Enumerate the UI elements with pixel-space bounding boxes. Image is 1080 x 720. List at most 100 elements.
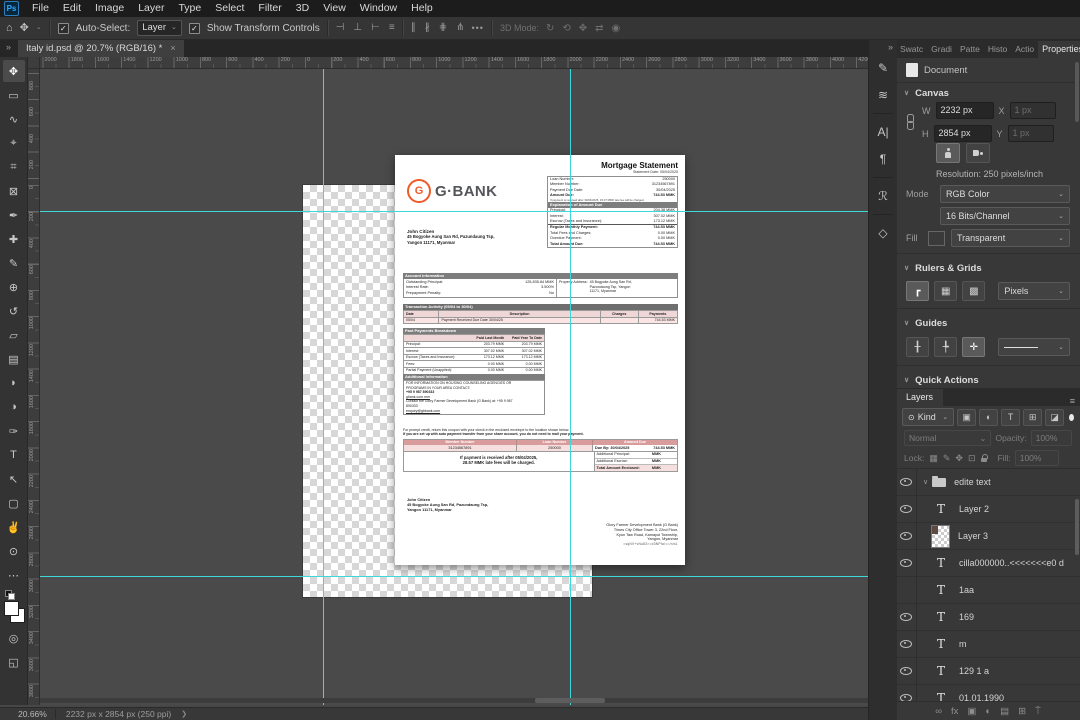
vertical-guide[interactable] — [570, 68, 571, 705]
hand-tool[interactable]: ✌ — [3, 516, 25, 538]
pen-tool[interactable]: ✑ — [3, 420, 25, 442]
quick-actions-section-title[interactable]: ∨ Quick Actions — [896, 370, 1080, 388]
lock-pixels-icon[interactable]: ✎ — [942, 453, 952, 464]
edit-toolbar[interactable]: ⋯ — [3, 564, 25, 586]
layer-row[interactable]: T 169 — [896, 604, 1080, 631]
tab-gradi[interactable]: Gradi — [927, 41, 956, 58]
fill-dropdown[interactable]: Transparent ⌄ — [951, 229, 1070, 247]
layer-row[interactable]: T 129 1 a — [896, 658, 1080, 685]
canvas-width-field[interactable]: 2232 px — [935, 102, 994, 119]
orientation-portrait-button[interactable] — [936, 143, 960, 163]
menu-type[interactable]: Type — [171, 0, 208, 17]
type-tool[interactable]: T — [3, 444, 25, 466]
lock-artboard-icon[interactable]: ⊡ — [967, 453, 977, 464]
visibility-toggle[interactable] — [896, 685, 917, 701]
adjustment-layer-icon[interactable]: ◐ — [985, 706, 991, 717]
menu-select[interactable]: Select — [208, 0, 251, 17]
toggle-pixel-grid-button[interactable]: ▩ — [962, 281, 986, 301]
lock-guides-button[interactable]: ╄ — [934, 337, 958, 357]
filtering-toggle[interactable] — [1069, 413, 1074, 421]
fill-swatch[interactable] — [928, 230, 945, 246]
menu-help[interactable]: Help — [404, 0, 440, 17]
filter-kind-dropdown[interactable]: ⊙ Kind ⌄ — [902, 408, 955, 426]
healing-brush-tool[interactable]: ✚ — [3, 228, 25, 250]
horizontal-scrollbar[interactable] — [40, 698, 868, 703]
libraries-panel-icon[interactable]: ◇ — [871, 221, 895, 245]
close-icon[interactable]: × — [170, 40, 175, 57]
distribute-icon[interactable]: ∦ — [425, 18, 430, 38]
bit-depth-dropdown[interactable]: 16 Bits/Channel ⌄ — [940, 207, 1070, 225]
layer-mask-icon[interactable]: ▣ — [967, 706, 976, 717]
gradient-tool[interactable]: ▤ — [3, 348, 25, 370]
layer-row[interactable]: T Layer 2 — [896, 496, 1080, 523]
horizontal-ruler[interactable]: 2000 1800 1600 1400 1200 1000 800 600 400 200 0 200… — [28, 57, 868, 69]
lock-all-icon[interactable] — [981, 453, 989, 463]
align-icon[interactable]: ⊣ — [336, 18, 345, 38]
auto-select-target-dropdown[interactable]: Layer ⌄ — [137, 20, 182, 36]
lasso-tool[interactable]: ∿ — [3, 108, 25, 130]
menu-image[interactable]: Image — [88, 0, 131, 17]
tab-actio[interactable]: Actio — [1011, 41, 1038, 58]
brushes-icon[interactable]: ≋ — [871, 83, 895, 107]
new-layer-icon[interactable]: ⊞ — [1018, 706, 1026, 717]
toggle-guides-button[interactable]: ╂ — [906, 337, 930, 357]
crop-tool[interactable]: ⌗ — [3, 156, 25, 178]
visibility-toggle[interactable] — [896, 577, 917, 603]
rulers-grids-section-title[interactable]: ∨ Rulers & Grids — [896, 258, 1080, 278]
quick-mask-icon[interactable]: ◎ — [3, 627, 25, 649]
canvas-area[interactable]: Mortgage Statement Statement Date: 05/04… — [40, 68, 868, 705]
foreground-color-chip[interactable] — [3, 601, 19, 616]
edit-guides-button[interactable]: ✛ — [962, 337, 986, 357]
menu-file[interactable]: File — [25, 0, 56, 17]
menu-view[interactable]: View — [316, 0, 353, 17]
distribute-icon[interactable]: ∥ — [411, 18, 416, 38]
marquee-tool[interactable]: ▭ — [3, 84, 25, 106]
align-icon[interactable]: ≡ — [389, 18, 395, 38]
visibility-toggle[interactable] — [896, 523, 917, 549]
layer-effects-icon[interactable]: fx — [951, 706, 958, 717]
visibility-toggle[interactable] — [896, 631, 917, 657]
tab-histo[interactable]: Histo — [984, 41, 1011, 58]
menu-filter[interactable]: Filter — [251, 0, 288, 17]
layer-row[interactable]: ∨ edite text — [896, 469, 1080, 496]
rectangle-tool[interactable]: ▢ — [3, 492, 25, 514]
status-chevron-icon[interactable]: ❯ — [181, 710, 187, 718]
history-brush-tool[interactable]: ↺ — [3, 300, 25, 322]
ruler-units-dropdown[interactable]: Pixels ⌄ — [998, 282, 1070, 300]
distribute-icon[interactable]: ⋕ — [439, 18, 447, 38]
tool-preset-caret-icon[interactable]: ⌄ — [36, 18, 42, 38]
canvas-section-title[interactable]: ∨ Canvas — [896, 83, 1080, 103]
panel-menu-icon[interactable]: ≡ — [1065, 396, 1080, 406]
lock-transparency-icon[interactable]: ▦ — [928, 453, 939, 464]
lock-position-icon[interactable]: ✥ — [954, 453, 964, 464]
menu-3d[interactable]: 3D — [289, 0, 316, 17]
expand-panels-icon[interactable]: » — [888, 42, 893, 52]
home-icon[interactable]: ⌂ — [6, 18, 13, 38]
tab-properties[interactable]: Properties — [1038, 41, 1080, 58]
filter-type-layers-icon[interactable]: T — [1001, 408, 1021, 426]
link-layers-icon[interactable]: ∞ — [935, 706, 942, 717]
link-dimensions-icon[interactable] — [906, 114, 914, 130]
zoom-level-field[interactable]: 20.66% — [18, 709, 56, 719]
vertical-ruler[interactable]: 800 600 400 200 0 200 400 600 800 1000 1200 1400 160… — [28, 68, 40, 705]
menu-layer[interactable]: Layer — [131, 0, 171, 17]
visibility-toggle[interactable] — [896, 469, 917, 495]
dodge-tool[interactable]: ◑ — [3, 396, 25, 418]
horizontal-scrollbar-thumb[interactable] — [535, 698, 605, 703]
filter-pixel-layers-icon[interactable]: ▣ — [957, 408, 977, 426]
delete-layer-icon[interactable]: ⍑ — [1035, 706, 1041, 717]
align-icon[interactable]: ⊥ — [353, 18, 362, 38]
distribute-icon[interactable]: ⋔ — [456, 18, 464, 38]
align-icon[interactable]: ⊢ — [371, 18, 380, 38]
toggle-rulers-button[interactable]: ┏ — [906, 281, 930, 301]
eyedropper-tool[interactable]: ✒ — [3, 204, 25, 226]
filter-adjustment-layers-icon[interactable]: ◐ — [979, 408, 999, 426]
horizontal-guide[interactable] — [40, 576, 868, 577]
zoom-tool[interactable]: ⊙ — [3, 540, 25, 562]
collapse-panels-icon[interactable]: » — [6, 42, 11, 52]
more-options-icon[interactable]: ••• — [471, 23, 483, 33]
guides-section-title[interactable]: ∨ Guides — [896, 313, 1080, 333]
paragraph-panel-icon[interactable]: ¶ — [871, 147, 895, 171]
menu-edit[interactable]: Edit — [56, 0, 88, 17]
properties-scrollbar-thumb[interactable] — [1075, 62, 1079, 122]
